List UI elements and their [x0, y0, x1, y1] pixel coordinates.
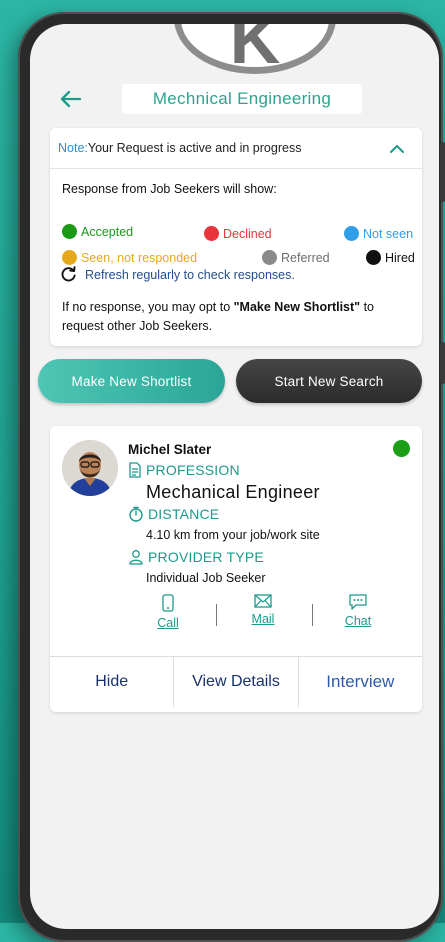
legend-label: Hired — [385, 250, 415, 265]
legend-declined: Declined — [204, 226, 272, 241]
view-details-button[interactable]: View Details — [174, 657, 299, 707]
legend-label: Not seen — [363, 226, 414, 241]
legend-label: Accepted — [81, 224, 134, 239]
start-new-search-button[interactable]: Start New Search — [236, 359, 422, 403]
refresh-link[interactable]: Refresh regularly to check responses. — [60, 266, 295, 283]
note-label: Note: — [58, 141, 88, 155]
refresh-text: Refresh regularly to check responses. — [85, 267, 295, 282]
red-dot-icon — [204, 226, 219, 241]
power-button — [440, 342, 445, 384]
legend-seen-not-responded: Seen, not responded — [62, 250, 197, 265]
provider-card: Michel Slater PROFESSION Mechanical Engi… — [50, 426, 422, 712]
distance-label-text: DISTANCE — [148, 506, 220, 522]
arrow-left-icon — [60, 90, 82, 108]
chat-icon — [349, 594, 367, 610]
orange-dot-icon — [62, 250, 77, 265]
hint-highlight: "Make New Shortlist" — [233, 300, 361, 314]
document-icon — [129, 462, 141, 478]
provider-type-label-text: PROVIDER TYPE — [148, 549, 264, 565]
phone-frame: K Mechnical Engineering Note: Your Reque… — [18, 12, 445, 942]
phone-icon — [162, 594, 174, 612]
hint-text: If no response, you may opt to — [62, 300, 234, 314]
legend-title: Response from Job Seekers will show: — [62, 182, 277, 196]
legend-hired: Hired — [366, 250, 415, 265]
request-status-card: Note: Your Request is active and in prog… — [50, 128, 422, 346]
distance-value: 4.10 km from your job/work site — [146, 528, 320, 542]
provider-type-value: Individual Job Seeker — [146, 571, 266, 585]
chevron-up-icon — [390, 144, 404, 153]
call-button[interactable]: Call — [138, 594, 198, 630]
back-button[interactable] — [56, 84, 86, 114]
profession-label-text: PROFESSION — [146, 462, 240, 478]
page-title: Mechnical Engineering — [122, 84, 362, 114]
legend-accepted: Accepted — [62, 224, 133, 239]
gray-dot-icon — [262, 250, 277, 265]
divider — [312, 604, 313, 626]
blue-dot-icon — [344, 226, 359, 241]
mail-button[interactable]: Mail — [233, 594, 293, 626]
interview-button[interactable]: Interview — [299, 657, 422, 707]
legend-label: Referred — [281, 250, 330, 265]
hide-button[interactable]: Hide — [50, 657, 175, 707]
provider-name: Michel Slater — [128, 442, 212, 457]
app-logo: K — [174, 24, 336, 74]
distance-label: DISTANCE — [128, 506, 219, 522]
no-response-hint: If no response, you may opt to "Make New… — [62, 298, 418, 336]
provider-actions: Hide View Details Interview — [50, 656, 422, 707]
green-dot-icon — [62, 224, 77, 239]
note-banner: Note: Your Request is active and in prog… — [50, 128, 422, 169]
black-dot-icon — [366, 250, 381, 265]
chat-label: Chat — [344, 614, 372, 628]
provider-type-label: PROVIDER TYPE — [128, 549, 264, 565]
chat-button[interactable]: Chat — [328, 594, 388, 628]
mail-label: Mail — [251, 612, 275, 626]
avatar — [62, 440, 118, 496]
call-label: Call — [157, 616, 179, 630]
user-icon — [129, 550, 143, 565]
mail-icon — [254, 594, 272, 608]
online-status-dot — [393, 440, 410, 457]
collapse-toggle[interactable] — [386, 138, 408, 160]
volume-button — [440, 142, 445, 202]
timer-icon — [129, 506, 143, 522]
app-screen: K Mechnical Engineering Note: Your Reque… — [30, 24, 439, 929]
legend-label: Declined — [223, 226, 272, 241]
legend-label: Seen, not responded — [81, 250, 198, 265]
note-text: Your Request is active and in progress — [87, 141, 302, 155]
make-new-shortlist-button[interactable]: Make New Shortlist — [38, 359, 225, 403]
app-header: Mechnical Engineering — [30, 76, 439, 124]
divider — [216, 604, 217, 626]
profession-label: PROFESSION — [128, 462, 240, 478]
profession-value: Mechanical Engineer — [146, 482, 320, 502]
legend-not-seen: Not seen — [344, 226, 413, 241]
refresh-icon — [61, 266, 76, 282]
legend-referred: Referred — [262, 250, 330, 265]
